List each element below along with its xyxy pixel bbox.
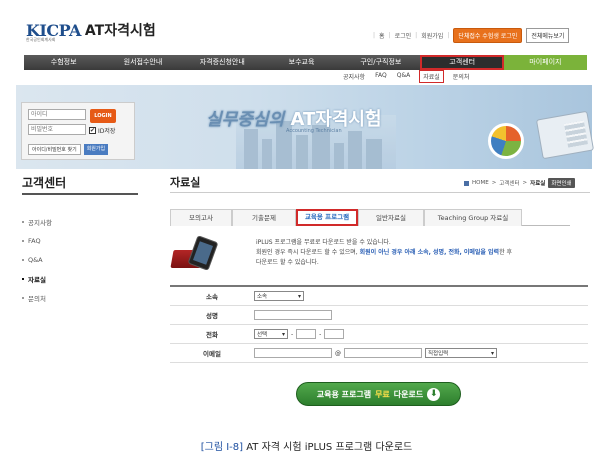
- banner-title-cursive: 실무중심의: [206, 110, 285, 130]
- tab-education-program[interactable]: 교육용 프로그램: [296, 209, 358, 226]
- save-id-checkbox[interactable]: ✔ ID저장: [89, 126, 115, 135]
- top-bar: KICPA AT자격시험 한국공인회계사회 | 홈 | 로그인 | 회원가입 |…: [0, 0, 613, 44]
- program-icon: [170, 235, 220, 271]
- logo-title: AT자격시험: [84, 23, 156, 39]
- form-row-name: 성명: [170, 306, 588, 325]
- email-label: 이메일: [203, 350, 221, 358]
- form-row-phone: 전화 선택 ▾ - -: [170, 325, 588, 344]
- breadcrumb-home[interactable]: HOME: [472, 180, 489, 186]
- name-label: 성명: [206, 312, 218, 320]
- subnav-faq[interactable]: FAQ: [375, 72, 387, 82]
- sidebar-menu: 공지사항 FAQ Q&A 자료실 문의처: [22, 212, 52, 307]
- pie-chart-icon: [488, 123, 524, 159]
- nav-exam-info[interactable]: 수험정보: [24, 55, 103, 70]
- login-link[interactable]: 로그인: [395, 31, 412, 40]
- nav-customer-center[interactable]: 고객센터: [420, 55, 504, 70]
- phone-label: 전화: [206, 331, 218, 339]
- email-id-input[interactable]: [254, 348, 332, 358]
- phone-prefix-select[interactable]: 선택 ▾: [254, 329, 288, 339]
- email-domain-input[interactable]: [344, 348, 422, 358]
- join-button[interactable]: 회원가입: [83, 144, 109, 155]
- site-logo[interactable]: KICPA AT자격시험 한국공인회계사회: [26, 20, 156, 43]
- nav-application[interactable]: 원서접수안내: [103, 55, 182, 70]
- sidebar-title: 고객센터: [22, 176, 67, 190]
- sidebar-item-library[interactable]: 자료실: [22, 269, 52, 288]
- phone-middle-input[interactable]: [296, 329, 317, 339]
- password-input[interactable]: [28, 124, 86, 135]
- checkbox-checked-icon: ✔: [89, 127, 96, 134]
- form-row-affiliation: 소속 소속 ▾: [170, 287, 588, 306]
- nav-jobs[interactable]: 구인/구직정보: [341, 55, 420, 70]
- banner-subtitle: Accounting Technician: [286, 128, 342, 134]
- login-button[interactable]: LOGIN: [90, 109, 116, 123]
- subnav-qna[interactable]: Q&A: [397, 72, 411, 82]
- nav-certificate[interactable]: 자격증신청안내: [183, 55, 262, 70]
- tab-teaching-group[interactable]: Teaching Group 자료실: [424, 209, 522, 226]
- sidebar-divider: [22, 193, 138, 195]
- all-menu-button[interactable]: 전체메뉴보기: [526, 28, 570, 43]
- library-tabs: 모의고사 기출문제 교육용 프로그램 일반자료실 Teaching Group …: [170, 209, 570, 226]
- chevron-down-icon: ▾: [297, 292, 301, 300]
- find-account-link[interactable]: 아이디/비밀번호 찾기: [28, 144, 81, 155]
- caption-text: AT 자격 시험 iPLUS 프로그램 다운로드: [243, 442, 413, 453]
- sidebar-item-faq[interactable]: FAQ: [22, 231, 52, 250]
- main-nav: 수험정보 원서접수안내 자격증신청안내 보수교육 구인/구직정보 고객센터 마이…: [24, 55, 588, 70]
- breadcrumb-customer-center[interactable]: 고객센터: [499, 179, 519, 187]
- banner-title-main: AT자격시험: [290, 109, 382, 130]
- name-input[interactable]: [254, 310, 332, 320]
- subnav-library[interactable]: 자료실: [419, 70, 444, 83]
- email-domain-select[interactable]: 직접입력 ▾: [425, 348, 497, 358]
- subnav-contact[interactable]: 문의처: [453, 72, 470, 82]
- form-row-email: 이메일 @ 직접입력 ▾: [170, 344, 588, 363]
- chevron-down-icon: ▾: [281, 330, 285, 338]
- save-id-label: ID저장: [98, 128, 116, 135]
- tab-general-library[interactable]: 일반자료실: [358, 209, 424, 226]
- breadcrumb-current: 자료실: [530, 181, 546, 187]
- tab-mock-exam[interactable]: 모의고사: [170, 209, 232, 226]
- download-arrow-icon: ⬇: [427, 387, 441, 401]
- home-link[interactable]: 홈: [379, 31, 385, 40]
- sidebar-item-qna[interactable]: Q&A: [22, 250, 52, 269]
- page-title: 자료실: [170, 176, 201, 189]
- group-login-button[interactable]: 단체접수 수험생 로그인: [453, 28, 523, 43]
- join-link[interactable]: 회원가입: [421, 31, 443, 40]
- download-form: 소속 소속 ▾ 성명 전화 선택 ▾ - - 이메일 @ 직접입력 ▾: [170, 285, 588, 363]
- sub-nav: 공지사항 FAQ Q&A 자료실 문의처: [343, 70, 470, 83]
- chevron-down-icon: ▾: [490, 349, 494, 357]
- sidebar-item-notice[interactable]: 공지사항: [22, 212, 52, 231]
- affiliation-label: 소속: [206, 293, 218, 301]
- figure-number: [그림 Ⅰ-8]: [200, 442, 244, 453]
- logo-subtitle: 한국공인회계사회: [26, 37, 56, 42]
- subnav-notice[interactable]: 공지사항: [343, 72, 365, 82]
- phone-last-input[interactable]: [324, 329, 345, 339]
- tab-past-exams[interactable]: 기출문제: [232, 209, 296, 226]
- top-links: | 홈 | 로그인 | 회원가입 | 단체접수 수험생 로그인 전체메뉴보기: [373, 28, 570, 43]
- download-button[interactable]: 교육용 프로그램 무료 다운로드 ⬇: [296, 382, 461, 406]
- content-divider: [170, 192, 590, 193]
- home-icon: [464, 180, 469, 186]
- breadcrumb: HOME > 고객센터 > 자료실 화면인쇄: [464, 178, 575, 188]
- login-box: LOGIN ✔ ID저장 아이디/비밀번호 찾기 회원가입: [21, 102, 135, 160]
- print-button[interactable]: 화면인쇄: [548, 178, 575, 188]
- intro-text: iPLUS 프로그램을 무료로 다운로드 받을 수 있습니다. 회원인 경우 즉…: [256, 239, 513, 266]
- id-input[interactable]: [28, 109, 86, 120]
- figure-caption: [그림 Ⅰ-8] AT 자격 시험 iPLUS 프로그램 다운로드: [0, 438, 613, 453]
- affiliation-select[interactable]: 소속 ▾: [254, 291, 304, 301]
- telephone-icon: [535, 110, 595, 160]
- sidebar-item-contact[interactable]: 문의처: [22, 288, 52, 307]
- nav-mypage[interactable]: 마이페이지: [503, 55, 588, 70]
- nav-training[interactable]: 보수교육: [262, 55, 341, 70]
